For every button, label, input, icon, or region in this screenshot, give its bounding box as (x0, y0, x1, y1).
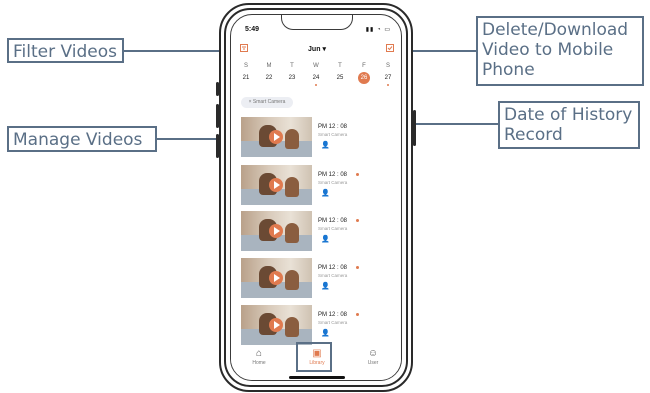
play-icon[interactable] (269, 224, 283, 238)
calendar-day[interactable]: 23 (285, 75, 299, 81)
new-video-dot (356, 173, 359, 176)
home-indicator (289, 376, 345, 379)
video-thumbnail[interactable] (241, 305, 312, 345)
weekday-fri: F (362, 63, 366, 69)
video-camera-name: Smart Camera (318, 132, 348, 137)
video-list-item[interactable]: PM 12 : 08 Smart Camera 👤 (241, 165, 401, 207)
calendar-day[interactable]: 22 (262, 75, 276, 81)
user-icon: 👤 (321, 236, 330, 243)
callout-delete-download-l3: Phone (482, 60, 535, 80)
video-time: PM 12 : 08 (318, 265, 348, 271)
video-camera-name: Smart Camera (318, 273, 348, 278)
user-icon: 👤 (321, 283, 330, 290)
weekday-sun: S (243, 63, 248, 69)
record-indicator-dot (315, 84, 317, 86)
weekday-tue: T (290, 63, 294, 69)
phone-notch (281, 15, 353, 30)
status-time: 5:49 (245, 26, 260, 33)
video-time: PM 12 : 08 (318, 218, 348, 224)
tab-home[interactable]: ⌂ Home (239, 348, 279, 366)
tab-home-label: Home (252, 360, 266, 366)
signal-icon: ▮▮ (365, 27, 375, 33)
phone-screen: 5:49 ▮▮ ◔ ▭ Jun ▾ S M T W T F S 21 22 23… (230, 14, 402, 381)
library-highlight-box (296, 342, 332, 372)
callout-delete-download-l2: Video to Mobile (482, 40, 614, 60)
video-time: PM 12 : 08 (318, 172, 348, 178)
video-camera-name: Smart Camera (318, 180, 348, 185)
chevron-down-icon: ▾ (322, 46, 326, 53)
calendar-day-selected[interactable]: 26 (358, 72, 370, 84)
new-video-dot (356, 219, 359, 222)
video-camera-name: Smart Camera (318, 226, 348, 231)
play-icon[interactable] (269, 130, 283, 144)
weekday-thu: T (338, 63, 342, 69)
play-icon[interactable] (269, 271, 283, 285)
video-list-item[interactable]: PM 12 : 08 Smart Camera 👤 (241, 305, 401, 347)
video-list-item[interactable]: PM 12 : 08 Smart Camera 👤 (241, 211, 401, 253)
video-thumbnail[interactable] (241, 258, 312, 298)
callout-manage-videos: Manage Videos (7, 126, 157, 152)
new-video-dot (356, 266, 359, 269)
calendar-day[interactable]: 25 (333, 75, 347, 81)
video-list-item[interactable]: PM 12 : 08 Smart Camera 👤 (241, 258, 401, 300)
weekday-wed: W (313, 63, 319, 69)
home-icon: ⌂ (255, 348, 263, 359)
video-time: PM 12 : 08 (318, 124, 348, 130)
callout-history-date: Date of History Record (498, 101, 640, 149)
callout-history-l1: Date of History (504, 105, 633, 125)
month-label: Jun (308, 46, 321, 53)
callout-delete-download-l1: Delete/Download (482, 20, 629, 40)
select-icon[interactable] (386, 44, 394, 54)
weekday-sat: S (385, 63, 390, 69)
user-icon: 👤 (321, 190, 330, 197)
filter-chip-smart-camera[interactable]: × Smart Camera (241, 97, 293, 108)
play-icon[interactable] (269, 318, 283, 332)
callout-filter-videos: Filter Videos (7, 38, 124, 63)
calendar-day[interactable]: 21 (239, 75, 253, 81)
video-camera-name: Smart Camera (318, 320, 348, 325)
video-thumbnail[interactable] (241, 117, 312, 157)
new-video-dot (356, 313, 359, 316)
battery-icon: ▭ (384, 27, 391, 33)
user-icon: 👤 (321, 330, 330, 337)
callout-history-l2: Record (504, 125, 563, 145)
phone-button-right (413, 110, 416, 146)
weekday-mon: M (266, 63, 272, 69)
play-icon[interactable] (269, 178, 283, 192)
month-selector[interactable]: Jun ▾ (231, 45, 401, 53)
user-icon: 👤 (321, 142, 330, 149)
record-indicator-dot (387, 84, 389, 86)
calendar-day[interactable]: 27 (381, 75, 395, 81)
tab-user-label: User (367, 360, 379, 366)
callout-filter-videos-text: Filter Videos (13, 42, 117, 62)
video-time: PM 12 : 08 (318, 312, 348, 318)
video-thumbnail[interactable] (241, 211, 312, 251)
video-list-item[interactable]: PM 12 : 08 Smart Camera 👤 (241, 117, 401, 159)
callout-manage-videos-text: Manage Videos (13, 130, 143, 150)
calendar-day[interactable]: 24 (309, 75, 323, 81)
wifi-icon: ◔ (377, 27, 382, 33)
status-icons: ▮▮ ◔ ▭ (366, 26, 391, 33)
tab-user[interactable]: ☺ User (353, 348, 393, 366)
callout-delete-download: Delete/Download Video to Mobile Phone (476, 16, 644, 86)
video-thumbnail[interactable] (241, 165, 312, 205)
user-icon: ☺ (367, 348, 379, 359)
